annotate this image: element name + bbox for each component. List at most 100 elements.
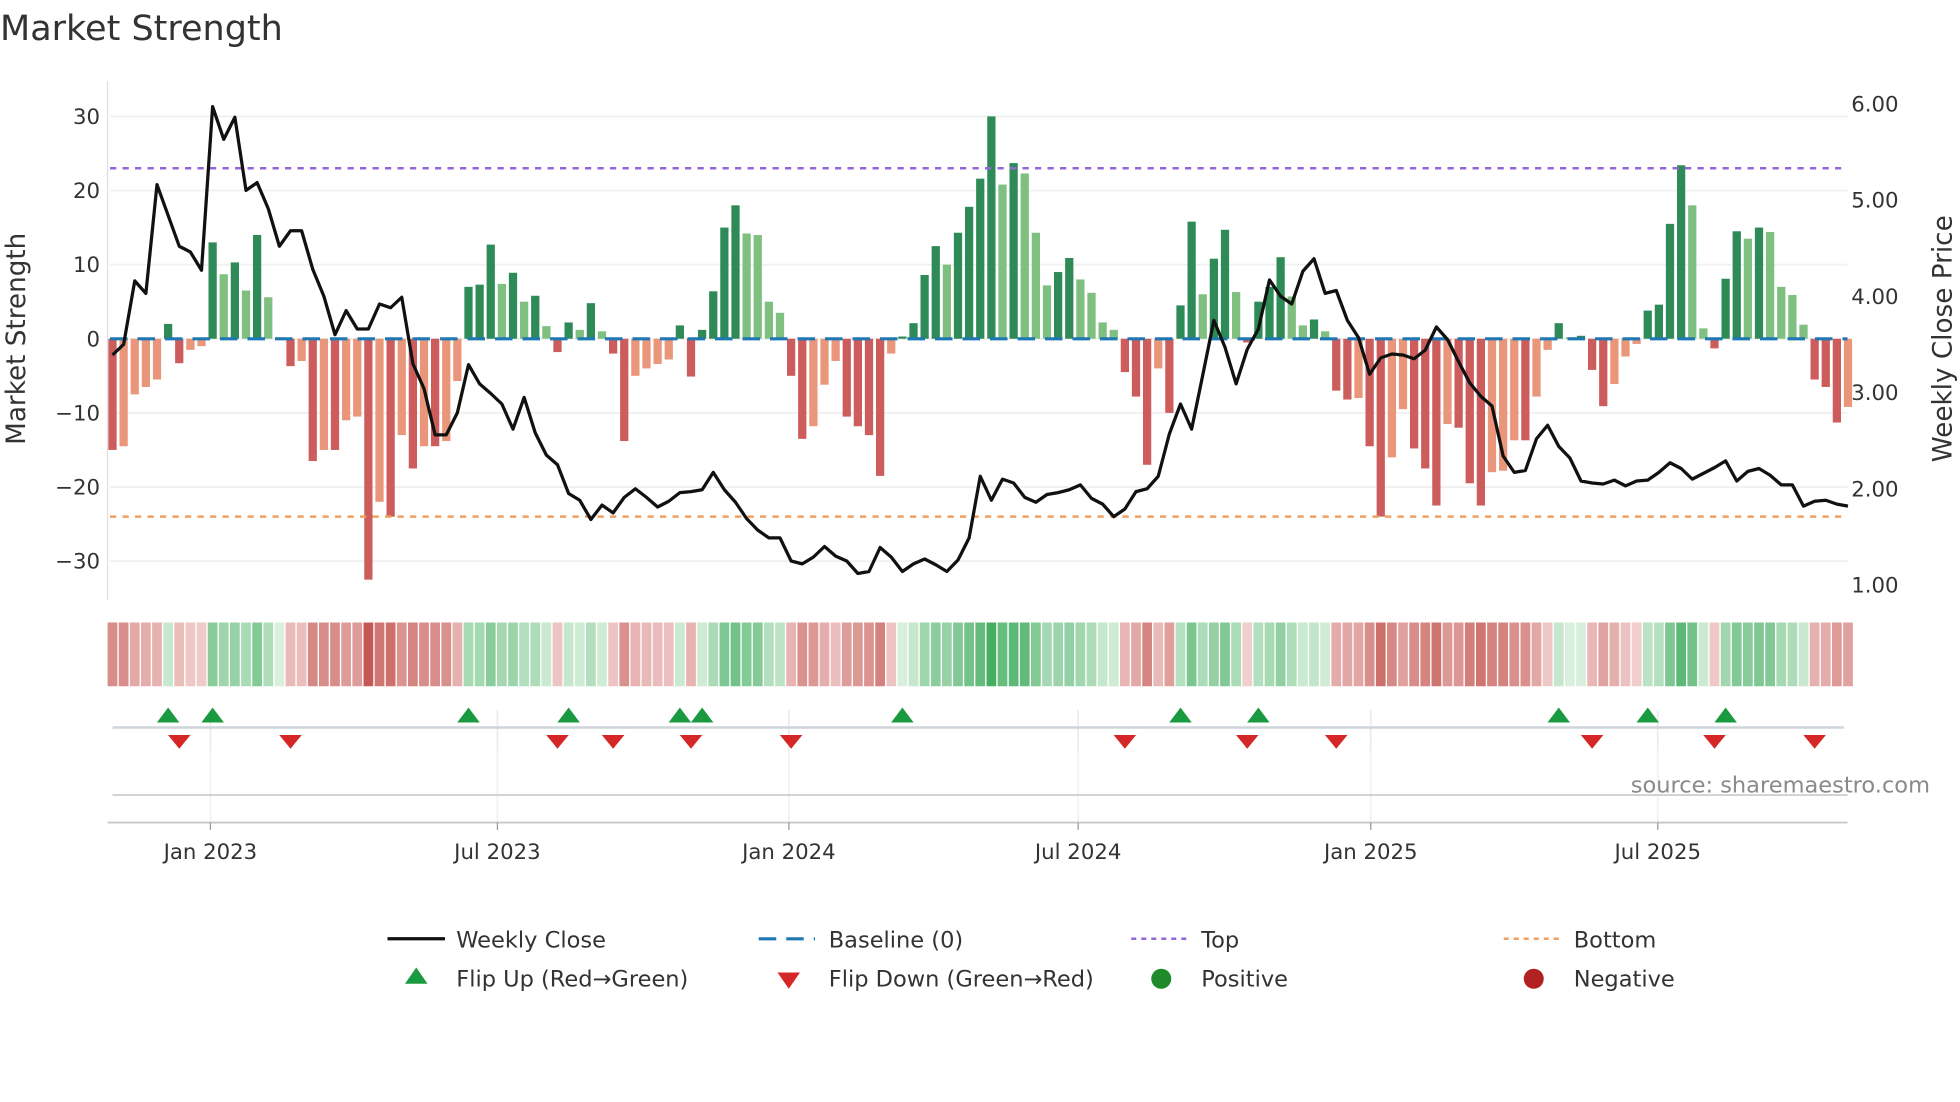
flip-down-marker: [168, 735, 191, 749]
strength-bar: [675, 325, 684, 339]
heat-cell: [408, 622, 418, 687]
strength-bar: [686, 338, 696, 377]
heat-cell: [1298, 622, 1308, 687]
heat-cell: [953, 622, 963, 687]
heat-cell: [652, 622, 663, 687]
strength-bar: [842, 338, 851, 417]
flip-up-marker: [1636, 707, 1659, 723]
heat-cell: [163, 622, 174, 687]
heat-cell: [519, 622, 529, 687]
heat-cell: [1464, 622, 1475, 687]
heat-cell: [752, 622, 763, 687]
strength-bar: [1532, 338, 1541, 397]
heat-cell: [1120, 622, 1130, 687]
flip-down-marker: [1803, 735, 1826, 749]
heat-cell: [930, 622, 941, 687]
heat-cell: [1275, 622, 1286, 687]
flip-down-marker: [1113, 735, 1137, 749]
strength-bar: [564, 322, 573, 339]
strength-bar: [1643, 310, 1652, 339]
strength-bar: [597, 331, 607, 339]
legend-positive-icon: [1151, 968, 1172, 989]
heat-cell: [630, 622, 641, 687]
strength-bar: [264, 297, 273, 339]
strength-bar: [164, 323, 173, 339]
heat-cell: [1765, 622, 1775, 687]
heat-cell: [1331, 622, 1342, 687]
x-tick-label: Jan 2024: [740, 840, 836, 865]
strength-bar: [130, 338, 139, 395]
strength-bar: [108, 338, 117, 450]
heat-cell: [586, 622, 596, 687]
heat-cell: [1487, 622, 1497, 687]
heat-cell: [552, 622, 563, 687]
strength-bar: [1220, 229, 1230, 339]
flip-up-marker: [201, 707, 224, 723]
heat-cell: [1353, 622, 1364, 687]
strength-bar: [820, 338, 829, 385]
heat-cell: [875, 622, 885, 687]
strength-bar: [731, 205, 740, 339]
heat-cell: [1209, 622, 1219, 687]
heat-cell: [1743, 622, 1753, 687]
heat-cell: [1565, 622, 1575, 687]
heat-cell: [797, 622, 808, 687]
heat-cell: [1787, 622, 1798, 687]
strength-bar: [1131, 338, 1141, 397]
legend-negative: Negative: [1574, 966, 1675, 992]
strength-bar: [1087, 292, 1096, 339]
strength-bar: [753, 234, 762, 339]
y-tick-label: 0: [86, 327, 100, 352]
heat-cell: [841, 622, 852, 687]
x-tick-label: Jan 2023: [162, 840, 258, 865]
strength-bar: [1543, 338, 1552, 350]
strength-bar: [486, 244, 495, 339]
heat-cell: [363, 622, 374, 687]
heat-cell: [1654, 622, 1664, 687]
heat-cell: [1553, 622, 1564, 687]
y-tick-label: 20: [73, 179, 100, 204]
heat-cell: [719, 622, 730, 687]
chart-title: Market Strength: [0, 9, 283, 49]
heat-cell: [263, 622, 274, 687]
strength-bar: [1510, 338, 1519, 441]
strength-bar: [1621, 338, 1630, 357]
strength-bar: [1677, 165, 1686, 339]
heat-cell: [1798, 622, 1809, 687]
flip-down-marker: [679, 735, 703, 749]
heat-cell: [385, 622, 396, 687]
strength-bar: [1554, 323, 1563, 339]
strength-bar: [1120, 338, 1129, 373]
heat-cell: [1453, 622, 1464, 687]
heat-cell: [129, 622, 140, 687]
strength-bar: [1599, 338, 1608, 407]
strength-bar: [620, 338, 629, 442]
heat-cell: [830, 622, 841, 687]
heat-cell: [1542, 622, 1553, 687]
strength-bar: [709, 291, 718, 339]
flip-up-marker: [668, 707, 692, 723]
strength-bar: [965, 206, 974, 339]
heat-cell: [207, 622, 218, 687]
heat-cell: [1398, 622, 1408, 687]
heat-cell: [1197, 622, 1208, 687]
heat-cell: [1375, 622, 1386, 687]
strength-bar: [119, 338, 128, 447]
heat-cell: [1253, 622, 1264, 687]
strength-bar: [1376, 338, 1385, 517]
x-axis-ticks: Jan 2023 Jul 2023 Jan 2024 Jul 2024 Jan 2025…: [162, 822, 1701, 865]
strength-bar: [375, 338, 384, 502]
heat-cell: [741, 622, 752, 687]
heat-cell: [1064, 622, 1075, 687]
strength-bar: [1610, 338, 1619, 384]
heat-cell: [619, 622, 630, 687]
flip-up-marker: [557, 707, 580, 723]
strength-bar: [175, 338, 184, 364]
heat-cell: [307, 622, 318, 687]
y2-tick-label: 4.00: [1851, 285, 1898, 310]
y2-axis-ticks: 6.00 5.00 4.00 3.00 2.00 1.00: [1851, 92, 1898, 598]
heat-cell: [1598, 622, 1609, 687]
strength-bar: [553, 338, 562, 353]
strength-bar: [1042, 285, 1052, 339]
strength-bar: [1743, 238, 1752, 339]
